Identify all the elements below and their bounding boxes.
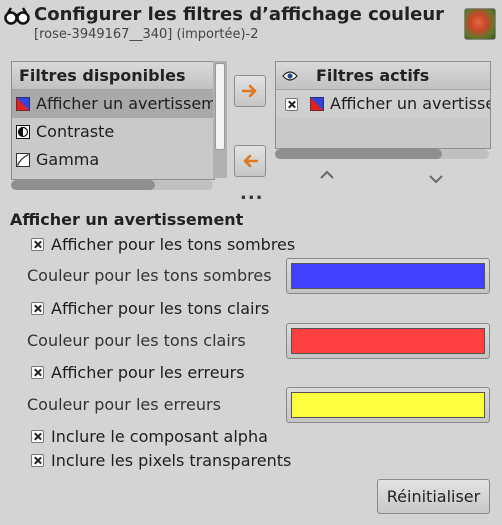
available-item-warning[interactable]: Afficher un avertissement: [12, 90, 214, 118]
add-filter-button[interactable]: [234, 75, 266, 107]
image-subtitle: [rose-3949167__340] (importée)-2: [34, 27, 259, 42]
settings-title: Afficher un avertissement: [10, 210, 244, 229]
light-color-swatch: [291, 328, 485, 354]
active-item-visible-checkbox[interactable]: [285, 97, 298, 111]
available-hscroll-thumb[interactable]: [11, 180, 155, 190]
alpha-check-row[interactable]: Inclure le composant alpha: [31, 426, 268, 446]
move-up-button[interactable]: [320, 168, 334, 184]
transparent-check-label: Inclure les pixels transparents: [51, 450, 292, 470]
reset-button[interactable]: Réinitialiser: [377, 479, 490, 514]
available-item-contrast[interactable]: Contraste: [12, 118, 214, 146]
dark-color-label: Couleur pour les tons sombres: [27, 266, 272, 285]
dark-color-button[interactable]: [286, 258, 490, 294]
dark-check-label: Afficher pour les tons sombres: [51, 234, 296, 254]
chevron-up-icon: [320, 170, 334, 179]
error-checkbox[interactable]: [31, 365, 44, 379]
available-item-label: Contraste: [36, 122, 115, 141]
transparent-check-row[interactable]: Inclure les pixels transparents: [31, 450, 291, 470]
alpha-checkbox[interactable]: [31, 429, 44, 443]
available-item-label: Gamma: [36, 150, 100, 169]
error-color-button[interactable]: [286, 387, 490, 423]
light-color-button[interactable]: [286, 323, 490, 359]
active-filters-list[interactable]: Filtres actifs Afficher un avertissement: [275, 61, 491, 149]
error-color-swatch: [291, 392, 485, 418]
active-filters-header-row: Filtres actifs: [276, 62, 490, 90]
glasses-icon: [4, 7, 30, 25]
available-filters-list[interactable]: Filtres disponibles Afficher un avertiss…: [11, 61, 215, 180]
move-down-button[interactable]: [429, 172, 443, 188]
chevron-down-icon: [429, 175, 443, 184]
available-hscrollbar[interactable]: [11, 180, 213, 190]
clip-warning-icon: [16, 97, 30, 111]
available-filters-header: Filtres disponibles: [12, 62, 214, 90]
error-check-row[interactable]: Afficher pour les erreurs: [31, 362, 245, 382]
transparent-checkbox[interactable]: [31, 453, 44, 467]
light-color-label: Couleur pour les tons clairs: [27, 331, 246, 350]
error-check-label: Afficher pour les erreurs: [51, 362, 245, 382]
alpha-check-label: Inclure le composant alpha: [51, 426, 268, 446]
light-checkbox[interactable]: [31, 301, 44, 315]
dialog-title: Configurer les filtres d’affichage coule…: [34, 4, 445, 25]
remove-filter-button[interactable]: [234, 145, 266, 177]
error-color-label: Couleur pour les erreurs: [27, 395, 221, 414]
dark-color-swatch: [291, 263, 485, 289]
gamma-curve-icon: [16, 153, 30, 167]
arrow-left-icon: [243, 154, 258, 168]
contrast-icon: [16, 125, 30, 139]
available-vscroll-thumb[interactable]: [215, 63, 225, 150]
eye-icon: [282, 70, 298, 81]
dark-checkbox[interactable]: [31, 237, 44, 251]
dark-check-row[interactable]: Afficher pour les tons sombres: [31, 234, 295, 254]
active-hscroll-thumb[interactable]: [275, 149, 442, 159]
active-hscrollbar[interactable]: [275, 149, 489, 159]
image-thumbnail: [464, 8, 496, 40]
active-item-warning[interactable]: Afficher un avertissement: [276, 90, 490, 118]
light-check-label: Afficher pour les tons clairs: [51, 298, 270, 318]
available-item-label: Afficher un avertissement: [36, 94, 214, 113]
active-item-label: Afficher un avertissement: [330, 94, 490, 113]
active-filters-header: Filtres actifs: [316, 66, 430, 85]
available-item-gamma[interactable]: Gamma: [12, 146, 214, 174]
more-dots[interactable]: ...: [240, 183, 264, 204]
arrow-right-icon: [242, 84, 257, 98]
clip-warning-icon: [310, 97, 324, 111]
available-vscrollbar[interactable]: [213, 61, 227, 178]
light-check-row[interactable]: Afficher pour les tons clairs: [31, 298, 269, 318]
